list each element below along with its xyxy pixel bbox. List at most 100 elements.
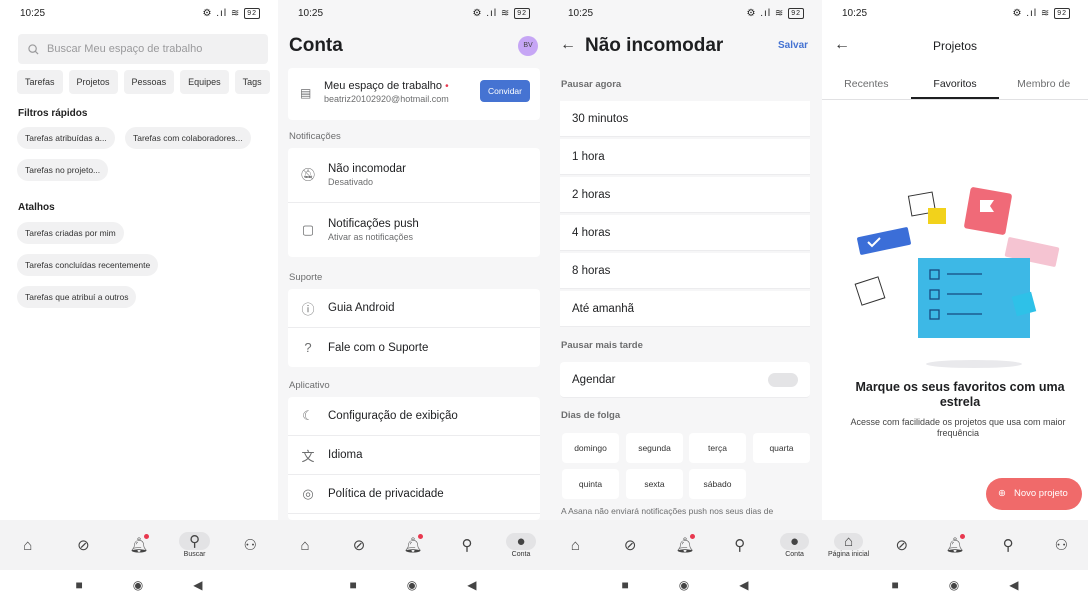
add-project-icon: ⊕ (998, 488, 1006, 499)
favorites-illustration (854, 187, 1060, 368)
schedule-row[interactable]: Agendar (560, 362, 810, 398)
system-nav-bar: ■ ◉ ◀ (278, 570, 548, 599)
option-until-tomorrow[interactable]: Até amanhã (560, 291, 810, 327)
privacy-row[interactable]: ◎ Política de privacidade (288, 475, 540, 514)
chip-projetos[interactable]: Projetos (68, 70, 118, 94)
battery-icon: 92 (1054, 7, 1070, 19)
chip-tarefas[interactable]: Tarefas (17, 70, 63, 94)
invite-button[interactable]: Convidar (479, 80, 530, 102)
home-button-icon[interactable]: ◉ (407, 578, 417, 592)
home-button-icon[interactable]: ◉ (949, 578, 959, 592)
search-placeholder: Buscar Meu espaço de trabalho (47, 43, 203, 55)
new-project-label: Novo projeto (1013, 488, 1068, 499)
bottom-navigation: ⌂ ⊘ 🔔︎ ⚲ ● Conta (278, 520, 548, 570)
moon-icon: ☾ (302, 408, 314, 423)
bottom-navigation: ⌂ ⊘ 🔔︎ ⚲ ● Conta (548, 520, 822, 570)
push-notification-icon: ▢ (301, 222, 315, 237)
home-icon[interactable]: ⌂ (550, 537, 600, 554)
recents-icon[interactable]: ■ (892, 578, 899, 592)
bell-icon[interactable]: 🔔︎ (660, 534, 710, 554)
search-input[interactable]: Buscar Meu espaço de trabalho (18, 34, 268, 64)
day-quinta[interactable]: quinta (562, 469, 619, 499)
app-card: ☾ Configuração de exibição 文 Idioma ◎ Po… (288, 397, 540, 520)
account-screen: 10:25 ⚙ .ıl ≋ 92 Conta BV ▤ Meu espaço de… (278, 0, 548, 599)
new-project-button[interactable]: ⊕ Novo projeto (986, 478, 1082, 510)
home-button-icon[interactable]: ◉ (133, 578, 143, 592)
push-title: Notificações push (328, 218, 419, 230)
quick-filter-assigned[interactable]: Tarefas atribuídas a... (17, 127, 115, 149)
bottom-navigation: ⌂ Página inicial ⊘ 🔔︎ ⚲ ⚇ (822, 520, 1088, 570)
check-circle-icon[interactable]: ⊘ (877, 536, 927, 554)
push-row[interactable]: ▢ Notificações push Ativar as notificaçõe… (288, 203, 540, 257)
nav-home[interactable]: ⌂ Página inicial (824, 532, 874, 558)
day-quarta[interactable]: quarta (753, 433, 810, 463)
tab-favoritos[interactable]: Favoritos (910, 70, 1000, 99)
back-icon[interactable]: ◀ (739, 578, 748, 592)
day-segunda[interactable]: segunda (626, 433, 683, 463)
tab-membro-de[interactable]: Membro de (999, 70, 1088, 99)
schedule-toggle[interactable] (768, 373, 798, 387)
tab-recentes[interactable]: Recentes (822, 70, 911, 99)
back-icon[interactable]: ◀ (1009, 578, 1018, 592)
option-2-hours[interactable]: 2 horas (560, 177, 810, 213)
check-circle-icon[interactable]: ⊘ (334, 536, 384, 554)
contact-row[interactable]: ? Fale com o Suporte (288, 328, 540, 367)
search-icon: ⚲ (179, 532, 211, 550)
nav-search[interactable]: ⚲ Buscar (170, 532, 220, 558)
day-sabado[interactable]: sábado (689, 469, 746, 499)
back-icon[interactable]: ◀ (467, 578, 476, 592)
search-icon[interactable]: ⚲ (715, 536, 765, 554)
display-row[interactable]: ☾ Configuração de exibição (288, 397, 540, 436)
dnd-row[interactable]: 🔕︎ Não incomodar Desativado (288, 148, 540, 203)
back-arrow-icon[interactable]: ← (560, 36, 576, 54)
option-30-min[interactable]: 30 minutos (560, 101, 810, 137)
status-bar: 10:25 ⚙ .ıl ≋ 92 (0, 0, 278, 26)
nav-account[interactable]: ● Conta (496, 532, 546, 558)
shortcut-assigned-to-others[interactable]: Tarefas que atribuí a outros (17, 286, 137, 308)
option-1-hour[interactable]: 1 hora (560, 139, 810, 175)
guide-row[interactable]: ⓘ Guia Android (288, 289, 540, 328)
search-icon[interactable]: ⚲ (442, 536, 492, 554)
quick-filter-collaborators[interactable]: Tarefas com colaboradores... (125, 127, 251, 149)
nav-account[interactable]: ● Conta (770, 532, 820, 558)
workspace-card[interactable]: ▤ Meu espaço de trabalho • beatriz201029… (288, 68, 540, 120)
status-bar: 10:25 ⚙ .ıl ≋ 92 (548, 0, 822, 26)
chip-tags[interactable]: Tags (234, 70, 270, 94)
home-icon[interactable]: ⌂ (280, 537, 330, 554)
search-icon[interactable]: ⚲ (983, 536, 1033, 554)
check-circle-icon[interactable]: ⊘ (605, 536, 655, 554)
save-button[interactable]: Salvar (778, 40, 808, 51)
back-icon[interactable]: ◀ (193, 578, 202, 592)
day-domingo[interactable]: domingo (562, 433, 619, 463)
help-icon: ? (304, 340, 312, 355)
bell-icon[interactable]: 🔔︎ (930, 534, 980, 554)
recents-icon[interactable]: ■ (350, 578, 357, 592)
day-terca[interactable]: terça (689, 433, 746, 463)
shortcut-created-by-me[interactable]: Tarefas criadas por mim (17, 222, 124, 244)
bell-icon[interactable]: 🔔︎ (388, 534, 438, 554)
days-off-label: Dias de folga (561, 410, 621, 421)
person-icon[interactable]: ⚇ (225, 536, 275, 554)
person-icon: ● (506, 532, 536, 550)
home-icon[interactable]: ⌂ (3, 537, 53, 554)
person-icon[interactable]: ⚇ (1036, 536, 1086, 554)
recents-icon[interactable]: ■ (76, 578, 83, 592)
home-button-icon[interactable]: ◉ (679, 578, 689, 592)
language-row[interactable]: 文 Idioma (288, 436, 540, 475)
status-time: 10:25 (20, 7, 46, 19)
chip-equipes[interactable]: Equipes (180, 70, 229, 94)
support-section-label: Suporte (289, 272, 323, 283)
dnd-status: Desativado (328, 177, 374, 187)
check-circle-icon[interactable]: ⊘ (58, 536, 108, 554)
support-card: ⓘ Guia Android ? Fale com o Suporte (288, 289, 540, 367)
day-sexta[interactable]: sexta (626, 469, 683, 499)
shortcut-recently-completed[interactable]: Tarefas concluídas recentemente (17, 254, 159, 276)
option-4-hours[interactable]: 4 horas (560, 215, 810, 251)
chip-pessoas[interactable]: Pessoas (123, 70, 175, 94)
bell-icon[interactable]: 🔔︎ (114, 534, 164, 554)
recents-icon[interactable]: ■ (622, 578, 629, 592)
option-8-hours[interactable]: 8 horas (560, 253, 810, 289)
avatar[interactable]: BV (518, 36, 538, 56)
quick-filter-project[interactable]: Tarefas no projeto... (17, 159, 109, 181)
person-icon: ● (780, 532, 810, 550)
